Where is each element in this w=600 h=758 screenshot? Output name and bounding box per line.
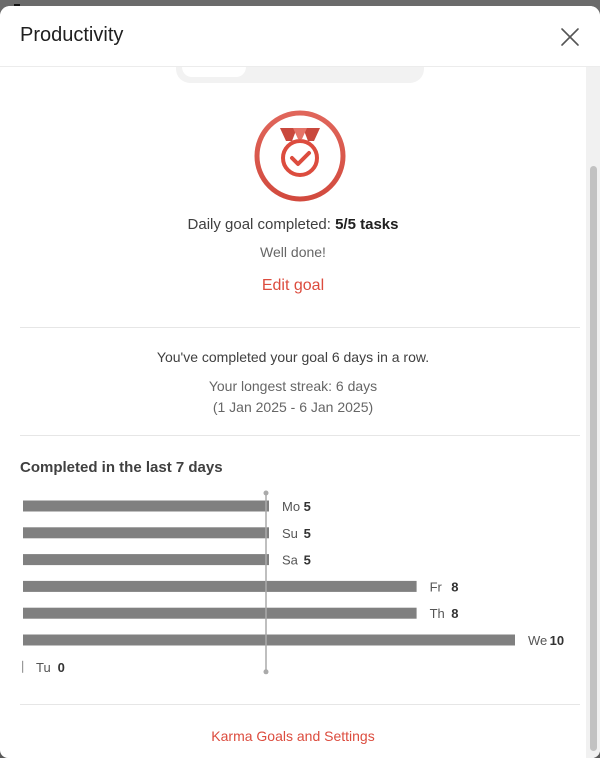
daily-goal-value: 5/5 tasks (335, 216, 399, 233)
view-toggle-active[interactable] (182, 67, 246, 77)
chart-value-label: 5 (304, 499, 311, 514)
chart-bar (23, 554, 269, 566)
goal-marker-dot (263, 669, 269, 675)
chart-category-label: Sa (282, 553, 299, 568)
longest-streak: Your longest streak: 6 days (208, 378, 378, 394)
dialog-header: Productivity (0, 6, 600, 67)
dialog-content[interactable]: Daily goal completed: 5/5 tasks Well don… (0, 67, 586, 758)
chart-bar (23, 500, 269, 512)
chart-category-label: Tu (36, 660, 51, 675)
chart-category-label: We (528, 633, 547, 648)
view-toggle[interactable] (176, 67, 424, 83)
longest-streak-range: (1 Jan 2025 - 6 Jan 2025) (212, 399, 374, 415)
chart-category-label: Fr (430, 579, 443, 594)
chart-value-label: 5 (304, 526, 311, 541)
daily-goal-prefix: Daily goal completed: (187, 216, 336, 233)
chart-bar (22, 660, 24, 673)
weekly-chart-title: Completed in the last 7 days (20, 459, 223, 476)
goal-message: Well done! (260, 244, 326, 260)
chart-value-label: 5 (304, 553, 311, 568)
daily-goal-status: Daily goal completed: 5/5 tasks (0, 216, 586, 233)
productivity-dialog: Productivity Daily goal completed: 5/5 t… (0, 6, 600, 758)
chart-bar (23, 634, 515, 646)
chart-category-label: Th (430, 606, 445, 621)
chart-bar (23, 607, 417, 619)
divider (20, 704, 580, 705)
streak-summary: You've completed your goal 6 days in a r… (156, 349, 430, 365)
chart-value-label: 10 (550, 633, 564, 648)
dialog-title: Productivity (20, 24, 124, 46)
medal-check-icon (253, 109, 347, 203)
chart-value-label: 8 (451, 579, 458, 594)
chart-bar (23, 527, 269, 539)
close-icon[interactable] (556, 23, 584, 51)
edit-goal-link[interactable]: Edit goal (0, 277, 586, 295)
karma-settings-link[interactable]: Karma Goals and Settings (0, 728, 586, 744)
chart-bar (23, 580, 417, 592)
chart-value-label: 0 (58, 660, 65, 675)
scrollbar-thumb[interactable] (590, 166, 597, 751)
goal-marker-dot (263, 490, 269, 496)
weekly-bar-chart: Mo 5 Su 5 Sa 5 Fr 8 Th 8 We 10 Tu 0 (22, 490, 564, 675)
chart-category-label: Su (282, 526, 298, 541)
divider (20, 327, 580, 328)
chart-value-label: 8 (451, 606, 458, 621)
divider (20, 435, 580, 436)
chart-category-label: Mo (282, 499, 300, 514)
